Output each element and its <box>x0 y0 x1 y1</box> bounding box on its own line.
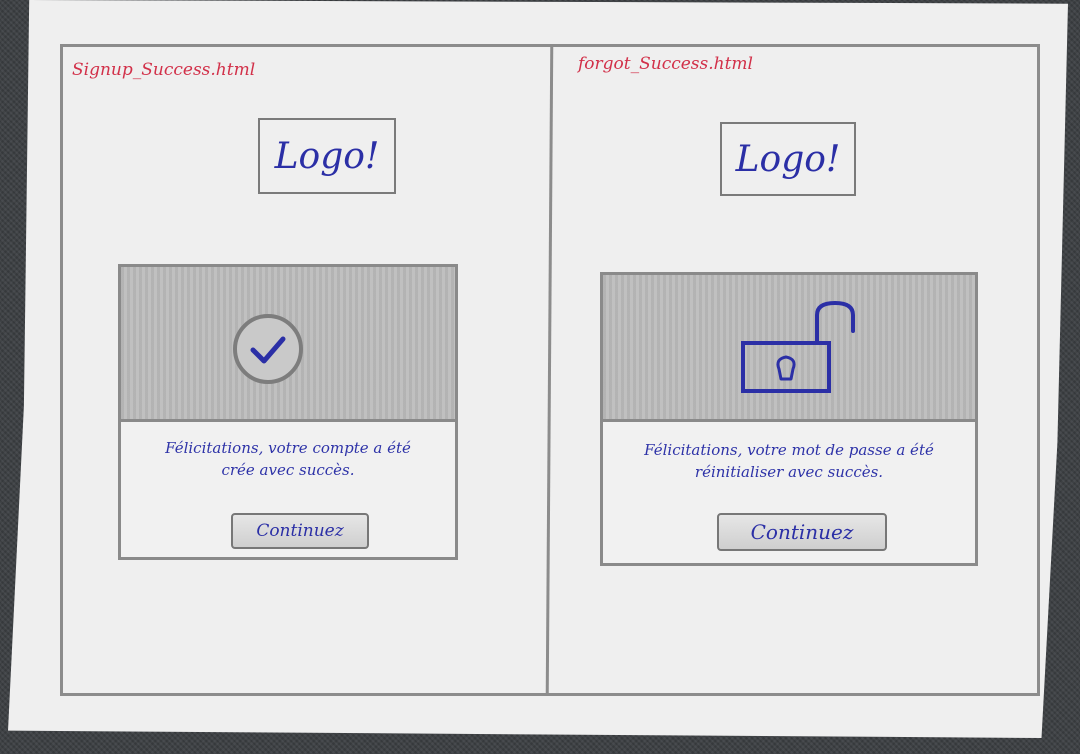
right-logo-text: Logo! <box>735 138 841 180</box>
left-continue-button[interactable]: Continuez <box>231 513 369 549</box>
unlocked-padlock-icon <box>741 300 855 393</box>
right-message-line2: réinitialiser avec succès. <box>694 463 884 481</box>
left-card-header <box>121 267 455 422</box>
right-card-header <box>603 275 975 422</box>
left-message-line2: crée avec succès. <box>221 461 355 479</box>
right-continue-button[interactable]: Continuez <box>717 513 887 551</box>
right-success-card: Félicitations, votre mot de passe a été … <box>600 272 978 566</box>
paper-sheet: Signup_Success.html Logo! Félicitations,… <box>8 0 1068 738</box>
left-filename: Signup_Success.html <box>72 60 256 80</box>
left-message-line1: Félicitations, votre compte a été <box>165 439 411 457</box>
left-logo-box: Logo! <box>258 118 396 194</box>
left-success-card: Félicitations, votre compte a été crée a… <box>118 264 458 560</box>
left-logo-text: Logo! <box>274 135 380 177</box>
right-success-message: Félicitations, votre mot de passe a été … <box>613 439 965 483</box>
right-filename: forgot_Success.html <box>578 54 753 74</box>
right-logo-box: Logo! <box>720 122 856 196</box>
left-success-message: Félicitations, votre compte a été crée a… <box>141 437 435 481</box>
check-circle-icon <box>233 314 303 384</box>
right-message-line1: Félicitations, votre mot de passe a été <box>644 441 934 459</box>
